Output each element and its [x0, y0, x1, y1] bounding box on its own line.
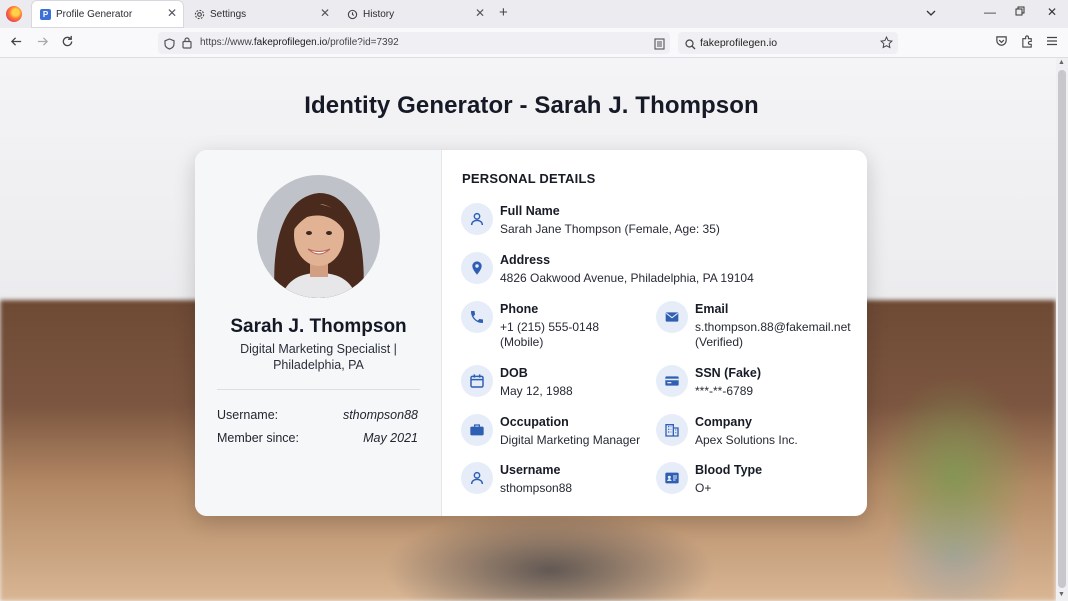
search-icon	[685, 37, 696, 55]
field-label: Company	[695, 415, 752, 429]
scrollbar-thumb[interactable]	[1058, 70, 1066, 588]
field-label: Phone	[500, 302, 539, 316]
bookmark-star-icon[interactable]	[879, 35, 894, 54]
field-label: Email	[695, 302, 729, 316]
forward-arrow-icon[interactable]	[36, 35, 49, 51]
tab-label: History	[363, 8, 395, 20]
person-icon	[461, 462, 493, 494]
search-box-text: fakeprofilegen.io	[700, 37, 778, 49]
field-value: s.thompson.88@fakemail.net (Verified)	[695, 320, 851, 350]
url-path: /profile?id=7392	[327, 37, 399, 48]
profile-generator-favicon-icon: P	[40, 8, 51, 20]
url-prefix: https://www.	[200, 37, 254, 48]
vertical-scrollbar[interactable]: ▲ ▼	[1056, 58, 1068, 601]
profile-job-title: Digital Marketing Specialist |	[240, 342, 397, 356]
lock-icon[interactable]	[182, 36, 192, 54]
extensions-puzzle-icon[interactable]	[1021, 35, 1034, 51]
field-label: DOB	[500, 366, 528, 380]
tab-strip: P Profile Generator ✕ Settings ✕ History…	[0, 0, 1068, 28]
scroll-down-arrow-icon[interactable]: ▼	[1058, 591, 1065, 598]
building-icon	[656, 414, 688, 446]
phone-icon	[461, 301, 493, 333]
field-value: Apex Solutions Inc.	[695, 433, 798, 447]
briefcase-icon	[461, 414, 493, 446]
username-label: Username:	[217, 408, 279, 422]
profile-name: Sarah J. Thompson	[230, 316, 407, 337]
page-viewport: Identity Generator - Sarah J. Thompson S…	[0, 58, 1056, 601]
hamburger-menu-icon[interactable]	[1046, 35, 1058, 50]
field-label: Username	[500, 463, 561, 477]
badge-icon	[656, 462, 688, 494]
tab-profile-generator[interactable]: P Profile Generator ✕	[32, 1, 183, 27]
page-title: Identity Generator - Sarah J. Thompson	[304, 92, 759, 119]
member-since-label: Member since:	[217, 431, 299, 445]
field-value: +1 (215) 555-0148 (Mobile)	[500, 320, 599, 350]
shield-icon[interactable]	[164, 37, 175, 55]
field-value: May 12, 1988	[500, 384, 573, 398]
mail-icon	[656, 301, 688, 333]
firefox-logo-icon	[6, 6, 22, 22]
calendar-icon	[461, 365, 493, 397]
field-label: Occupation	[500, 415, 569, 429]
phone-type: (Mobile)	[500, 335, 544, 349]
url-host: fakeprofilegen.io	[253, 37, 328, 48]
close-tab-icon[interactable]: ✕	[475, 6, 485, 20]
chevron-down-icon[interactable]	[925, 6, 937, 24]
history-clock-icon	[347, 9, 358, 20]
minimize-icon[interactable]: —	[984, 5, 996, 19]
back-arrow-icon[interactable]	[10, 35, 23, 51]
field-value: O+	[695, 481, 712, 495]
reload-icon[interactable]	[61, 35, 74, 51]
field-label: Blood Type	[695, 463, 763, 477]
url-text: https://www.fakeprofilegen.io/profile?id…	[200, 37, 399, 48]
navigation-bar: https://www.fakeprofilegen.io/profile?id…	[0, 28, 1068, 58]
tab-settings[interactable]: Settings ✕	[186, 1, 336, 27]
email-status: (Verified)	[695, 335, 744, 349]
search-box[interactable]: fakeprofilegen.io	[678, 32, 898, 54]
field-label: SSN (Fake)	[695, 366, 761, 380]
profile-headline: Digital Marketing Specialist | Philadelp…	[225, 342, 412, 373]
field-label: Full Name	[500, 204, 560, 218]
address-bar[interactable]: https://www.fakeprofilegen.io/profile?id…	[158, 32, 670, 54]
tab-history[interactable]: History ✕	[339, 1, 491, 27]
field-value: sthompson88	[500, 481, 573, 495]
location-pin-icon	[461, 252, 493, 284]
email-address: s.thompson.88@fakemail.net	[695, 320, 851, 334]
close-window-icon[interactable]: ✕	[1047, 5, 1057, 19]
id-card-icon	[656, 365, 688, 397]
new-tab-plus-icon[interactable]: +	[499, 4, 508, 21]
close-tab-icon[interactable]: ✕	[167, 6, 177, 20]
member-since-value: May 2021	[363, 431, 418, 445]
tab-label: Profile Generator	[56, 8, 133, 20]
field-value: Digital Marketing Manager	[500, 433, 641, 447]
field-value: 4826 Oakwood Avenue, Philadelphia, PA 19…	[500, 271, 754, 285]
scroll-up-arrow-icon[interactable]: ▲	[1058, 59, 1065, 66]
field-label: Address	[500, 253, 551, 267]
personal-details-heading: PERSONAL DETAILS	[462, 171, 596, 186]
restore-icon[interactable]	[1015, 5, 1025, 19]
phone-number: +1 (215) 555-0148	[500, 320, 600, 334]
gear-icon	[194, 9, 205, 20]
reader-view-icon[interactable]	[654, 37, 665, 55]
profile-location: Philadelphia, PA	[273, 357, 364, 372]
avatar	[257, 175, 380, 298]
profile-summary-panel: Sarah J. Thompson Digital Marketing Spec…	[195, 150, 442, 516]
person-icon	[461, 203, 493, 235]
close-tab-icon[interactable]: ✕	[320, 6, 330, 20]
tab-label: Settings	[210, 8, 247, 20]
username-value: sthompson88	[342, 408, 418, 422]
field-value: ***-**-6789	[695, 384, 754, 398]
field-value: Sarah Jane Thompson (Female, Age: 35)	[500, 222, 720, 236]
profile-card: Sarah J. Thompson Digital Marketing Spec…	[195, 150, 867, 516]
divider	[217, 389, 420, 390]
pocket-icon[interactable]	[995, 35, 1008, 51]
